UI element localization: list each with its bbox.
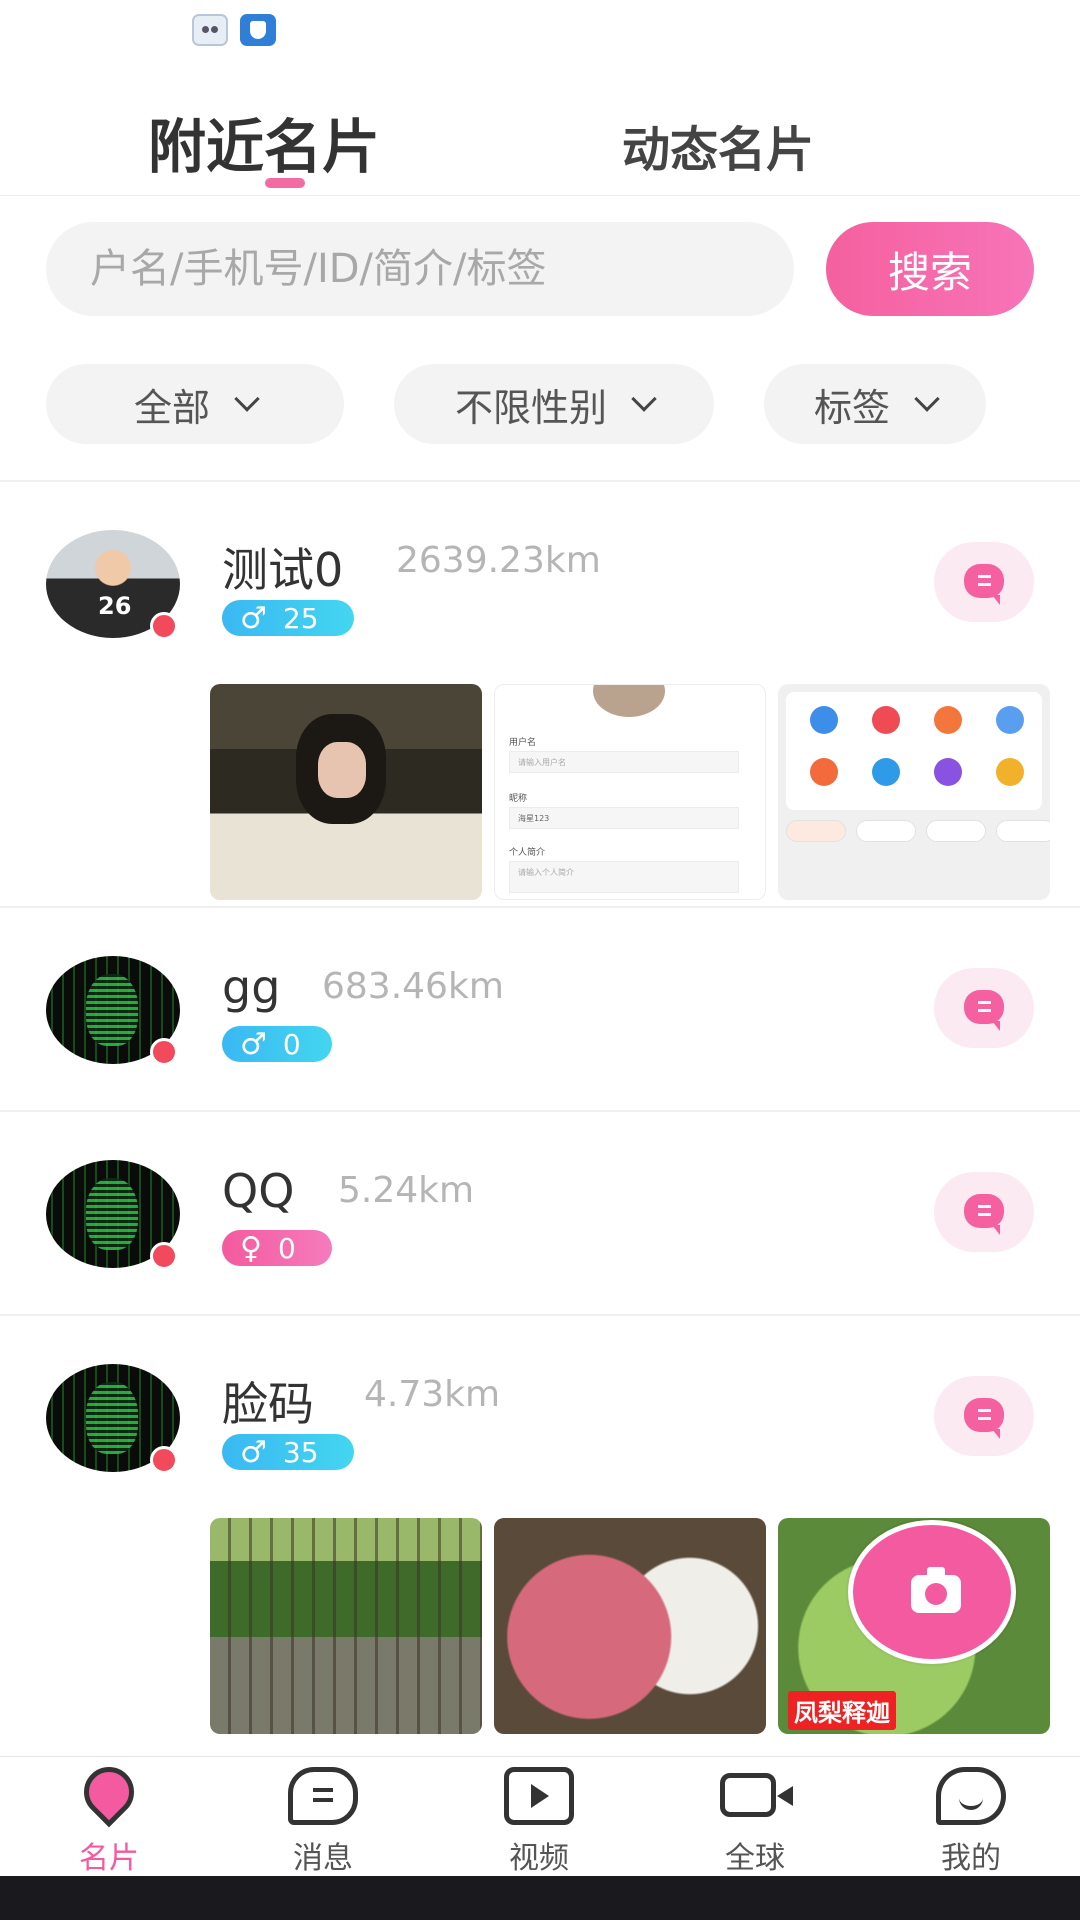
- user-name: QQ: [222, 1164, 295, 1218]
- tag-chip: [856, 820, 916, 842]
- app-icon: [872, 706, 900, 734]
- chat-icon: [288, 1767, 358, 1825]
- filter-all-label: 全部: [133, 385, 210, 430]
- photo-thumbnail[interactable]: [494, 1518, 766, 1734]
- status-bar: [0, 0, 1080, 60]
- chevron-down-icon: [234, 386, 260, 412]
- chat-bubble-icon: [964, 1194, 1004, 1235]
- age-value: 0: [277, 1231, 296, 1265]
- age-value: 25: [282, 601, 319, 635]
- app-icon: [996, 758, 1024, 786]
- online-status-dot: [150, 1242, 178, 1270]
- gender-age-badge: ♂ 25: [222, 600, 354, 636]
- chat-button[interactable]: [934, 1172, 1034, 1252]
- chat-bubble-icon: [964, 564, 1004, 605]
- header-tabs: 附近名片 动态名片: [0, 60, 1080, 196]
- age-value: 35: [282, 1435, 319, 1469]
- chat-button[interactable]: [934, 542, 1034, 622]
- user-name: gg: [222, 960, 281, 1014]
- nav-label: 我的: [941, 1841, 1001, 1876]
- nav-item-global[interactable]: 全球: [680, 1767, 830, 1877]
- system-navigation-bar: [0, 1876, 1080, 1920]
- search-button[interactable]: 搜索: [826, 222, 1034, 316]
- location-pin-icon: [73, 1756, 145, 1828]
- search-input[interactable]: [46, 222, 794, 316]
- male-icon: ♂: [240, 1026, 267, 1062]
- nav-label: 消息: [293, 1841, 353, 1876]
- user-distance: 2639.23km: [396, 540, 601, 581]
- chat-button[interactable]: [934, 968, 1034, 1048]
- user-distance: 4.73km: [364, 1374, 501, 1415]
- age-value: 0: [282, 1027, 301, 1061]
- tag-chip: [996, 820, 1050, 842]
- app-grid: [786, 692, 1042, 810]
- video-camera-icon: [720, 1773, 793, 1817]
- online-status-dot: [150, 1446, 178, 1474]
- tag-chip: [786, 820, 846, 842]
- filter-gender-label: 不限性别: [454, 385, 607, 430]
- user-name: 测试0: [222, 543, 344, 597]
- user-distance: 5.24km: [338, 1170, 475, 1211]
- chevron-down-icon: [914, 386, 940, 412]
- active-tab-indicator: [265, 178, 305, 188]
- chat-bubble-icon: [964, 1398, 1004, 1439]
- filter-all-dropdown[interactable]: 全部: [46, 364, 344, 444]
- nav-label: 视频: [509, 1841, 569, 1876]
- gender-age-badge: ♀ 0: [222, 1230, 332, 1266]
- user-card[interactable]: gg 683.46km ♂ 0: [0, 908, 1080, 1110]
- form-label: 昵称: [509, 794, 528, 804]
- filter-gender-dropdown[interactable]: 不限性别: [394, 364, 714, 444]
- bottom-nav: 名片 消息 视频 全球 我的: [0, 1756, 1080, 1876]
- avatar: [593, 685, 665, 717]
- app-notification-icon: [192, 14, 228, 46]
- photo-strip: 用户名 请输入用户名 昵称 海星123 个人简介 请输入个人简介: [210, 684, 1050, 900]
- online-status-dot: [150, 612, 178, 640]
- male-icon: ♂: [240, 1434, 267, 1470]
- profile-icon: [936, 1767, 1006, 1825]
- user-card[interactable]: QQ 5.24km ♀ 0: [0, 1112, 1080, 1314]
- form-label: 用户名: [509, 738, 537, 748]
- photo-thumbnail[interactable]: [210, 1518, 482, 1734]
- nav-label: 全球: [725, 1841, 785, 1876]
- app-icon: [996, 706, 1024, 734]
- camera-fab-button[interactable]: [848, 1520, 1016, 1664]
- camera-icon: [911, 1567, 961, 1613]
- chat-bubble-icon: [964, 990, 1004, 1031]
- filter-tags-dropdown[interactable]: 标签: [764, 364, 986, 444]
- photo-caption: 凤梨释迦: [788, 1691, 896, 1730]
- nav-item-me[interactable]: 我的: [896, 1767, 1046, 1877]
- tab-nearby-cards[interactable]: 附近名片: [148, 100, 380, 184]
- app-icon: [872, 758, 900, 786]
- online-status-dot: [150, 1038, 178, 1066]
- nav-label: 名片: [79, 1841, 139, 1876]
- nav-item-messages[interactable]: 消息: [248, 1767, 398, 1877]
- app-icon: [810, 706, 838, 734]
- gender-age-badge: ♂ 35: [222, 1434, 354, 1470]
- nav-item-cards[interactable]: 名片: [34, 1756, 184, 1877]
- tab-moment-cards[interactable]: 动态名片: [622, 110, 814, 180]
- video-icon: [504, 1767, 574, 1825]
- chat-button[interactable]: [934, 1376, 1034, 1456]
- photo-thumbnail[interactable]: 用户名 请输入用户名 昵称 海星123 个人简介 请输入个人简介: [494, 684, 766, 900]
- user-name: 脸码: [222, 1377, 314, 1431]
- user-card[interactable]: 测试0 2639.23km ♂ 25 用户名 请输入用户名 昵称 海星123 个…: [0, 482, 1080, 906]
- male-icon: ♂: [240, 600, 267, 636]
- female-icon: ♀: [240, 1230, 262, 1266]
- app-icon: [934, 758, 962, 786]
- nav-item-video[interactable]: 视频: [464, 1767, 614, 1877]
- form-field: 海星123: [509, 807, 739, 829]
- photo-thumbnail[interactable]: [210, 684, 482, 900]
- chevron-down-icon: [631, 386, 657, 412]
- app-icon: [934, 706, 962, 734]
- form-label: 个人简介: [509, 848, 546, 858]
- filter-tags-label: 标签: [813, 385, 890, 430]
- form-field: 请输入用户名: [509, 751, 739, 773]
- user-distance: 683.46km: [322, 966, 504, 1007]
- gender-age-badge: ♂ 0: [222, 1026, 332, 1062]
- app-icon: [810, 758, 838, 786]
- photo-thumbnail[interactable]: [778, 684, 1050, 900]
- form-field: 请输入个人简介: [509, 861, 739, 893]
- security-app-icon: [240, 14, 276, 46]
- tag-chip: [926, 820, 986, 842]
